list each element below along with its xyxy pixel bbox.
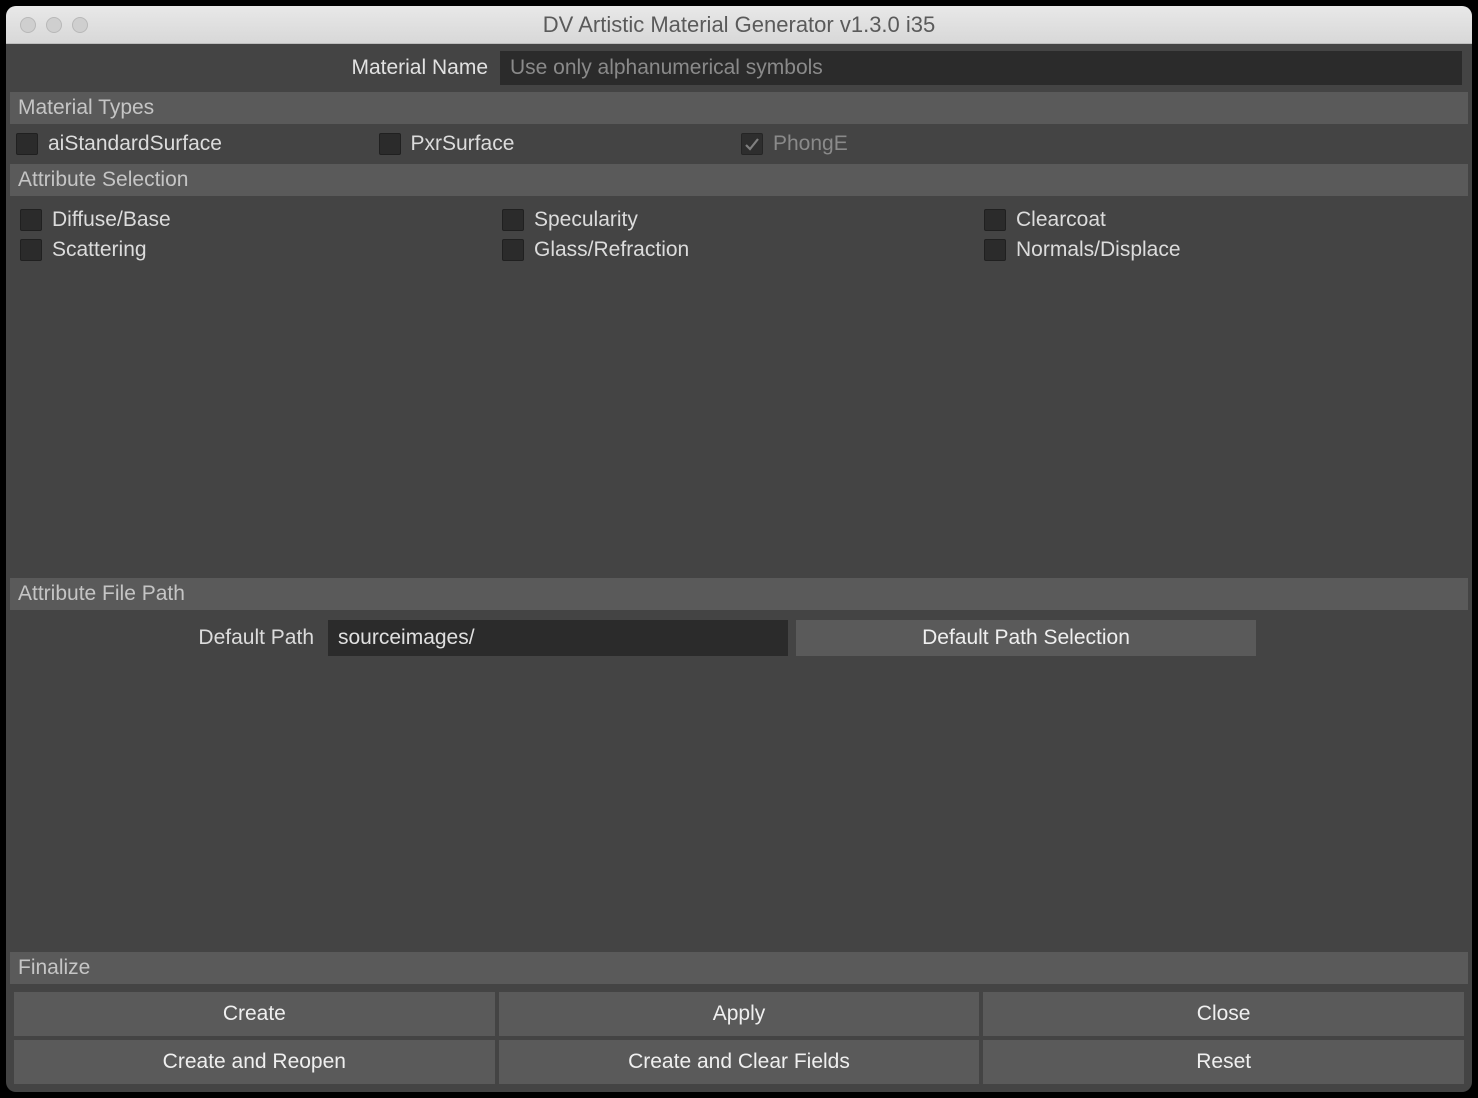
close-button[interactable]: Close xyxy=(983,992,1464,1036)
checkbox-phonge: PhongE xyxy=(741,132,1100,156)
checkbox-normals-displace[interactable]: Normals/Displace xyxy=(984,238,1458,262)
section-finalize: Finalize xyxy=(10,952,1468,984)
window-minimize-dot[interactable] xyxy=(46,17,62,33)
checkbox-diffuse-base[interactable]: Diffuse/Base xyxy=(20,208,494,232)
checkbox-glass-refraction[interactable]: Glass/Refraction xyxy=(502,238,976,262)
titlebar: DV Artistic Material Generator v1.3.0 i3… xyxy=(6,6,1472,44)
material-types-row: aiStandardSurface PxrSurface PhongE xyxy=(10,128,1468,160)
checkbox-label: Glass/Refraction xyxy=(534,238,689,262)
default-path-selection-button[interactable]: Default Path Selection xyxy=(796,620,1256,656)
checkbox-box[interactable] xyxy=(984,239,1006,261)
checkbox-box[interactable] xyxy=(984,209,1006,231)
spacer xyxy=(10,274,1468,574)
apply-button[interactable]: Apply xyxy=(499,992,980,1036)
checkbox-aistandardsurface[interactable]: aiStandardSurface xyxy=(16,132,375,156)
checkbox-box[interactable] xyxy=(379,133,401,155)
attribute-grid: Diffuse/Base Specularity Clearcoat Scatt… xyxy=(10,200,1468,270)
window-title: DV Artistic Material Generator v1.3.0 i3… xyxy=(6,12,1472,38)
checkbox-box[interactable] xyxy=(16,133,38,155)
section-attribute-file-path: Attribute File Path xyxy=(10,578,1468,610)
checkbox-label: Specularity xyxy=(534,208,638,232)
checkbox-box xyxy=(741,133,763,155)
create-button[interactable]: Create xyxy=(14,992,495,1036)
material-name-row: Material Name xyxy=(10,48,1468,88)
create-and-reopen-button[interactable]: Create and Reopen xyxy=(14,1040,495,1084)
material-name-input[interactable] xyxy=(500,51,1462,85)
default-path-label: Default Path xyxy=(20,626,320,650)
checkbox-pxrsurface[interactable]: PxrSurface xyxy=(379,132,738,156)
checkbox-box[interactable] xyxy=(502,209,524,231)
checkbox-box[interactable] xyxy=(20,209,42,231)
spacer xyxy=(10,666,1468,948)
checkbox-label: PhongE xyxy=(773,132,848,156)
checkbox-scattering[interactable]: Scattering xyxy=(20,238,494,262)
create-and-clear-fields-button[interactable]: Create and Clear Fields xyxy=(499,1040,980,1084)
checkbox-box[interactable] xyxy=(20,239,42,261)
checkbox-label: PxrSurface xyxy=(411,132,515,156)
checkbox-label: Scattering xyxy=(52,238,147,262)
checkbox-clearcoat[interactable]: Clearcoat xyxy=(984,208,1458,232)
checkbox-label: Diffuse/Base xyxy=(52,208,171,232)
window-zoom-dot[interactable] xyxy=(72,17,88,33)
window-controls xyxy=(20,17,88,33)
checkbox-label: Clearcoat xyxy=(1016,208,1106,232)
checkbox-specularity[interactable]: Specularity xyxy=(502,208,976,232)
checkbox-box[interactable] xyxy=(502,239,524,261)
material-name-label: Material Name xyxy=(16,56,494,80)
section-attribute-selection: Attribute Selection xyxy=(10,164,1468,196)
app-window: DV Artistic Material Generator v1.3.0 i3… xyxy=(6,6,1472,1092)
default-path-row: Default Path Default Path Selection xyxy=(10,614,1468,662)
window-close-dot[interactable] xyxy=(20,17,36,33)
window-body: Material Name Material Types aiStandardS… xyxy=(6,44,1472,1092)
section-material-types: Material Types xyxy=(10,92,1468,124)
default-path-input[interactable] xyxy=(328,620,788,656)
finalize-button-grid: Create Apply Close Create and Reopen Cre… xyxy=(10,988,1468,1088)
checkbox-label: aiStandardSurface xyxy=(48,132,222,156)
checkbox-label: Normals/Displace xyxy=(1016,238,1181,262)
reset-button[interactable]: Reset xyxy=(983,1040,1464,1084)
